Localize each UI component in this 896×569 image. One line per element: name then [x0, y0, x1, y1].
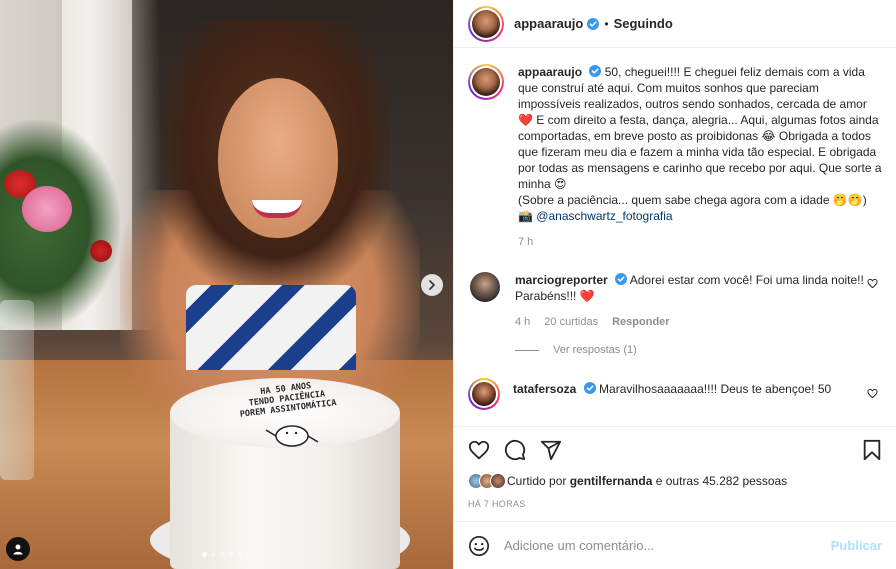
carousel-next-button[interactable] [421, 274, 443, 296]
following-button[interactable]: Seguindo [614, 16, 673, 31]
save-button[interactable] [862, 439, 882, 461]
publish-button[interactable]: Publicar [831, 538, 882, 553]
comment-likes-count[interactable]: 20 curtidas [544, 314, 598, 330]
like-button[interactable] [468, 439, 490, 461]
author-avatar-image [472, 9, 500, 38]
comment-input[interactable] [504, 538, 831, 553]
caption-time[interactable]: 7 h [518, 234, 882, 250]
view-replies-divider [515, 349, 539, 351]
caption-username[interactable]: appaaraujo [518, 65, 582, 79]
verified-badge-icon [587, 17, 600, 30]
view-replies-label: Ver respostas (1) [553, 344, 637, 356]
comment-item: marciogreporter Adorei estar com você! F… [468, 272, 882, 330]
commenter-avatar[interactable] [470, 272, 500, 302]
view-replies-button[interactable]: Ver respostas (1) [515, 344, 882, 356]
emoji-picker-button[interactable] [468, 535, 490, 557]
commenter-avatar[interactable] [468, 378, 500, 410]
likes-suffix[interactable]: e outras 45.282 pessoas [656, 474, 787, 488]
post-caption: appaaraujo 50, cheguei!!!! E cheguei fel… [468, 64, 882, 250]
heart-emoji: ❤️ [518, 113, 533, 127]
post-actions: Curtido por gentilfernanda e outras 45.2… [454, 426, 896, 521]
comment-text: Maravilhosaaaaaaa!!!! Deus te abençoe! 5… [599, 382, 832, 396]
verified-badge-icon [615, 273, 628, 285]
photographer-mention-link[interactable]: @anaschwartz_fotografia [536, 209, 672, 223]
liker-avatar [490, 473, 506, 489]
liker-avatars [468, 473, 506, 489]
likes-summary[interactable]: Curtido por gentilfernanda e outras 45.2… [468, 473, 882, 489]
caption-avatar-image [472, 68, 500, 96]
share-button[interactable] [540, 439, 562, 461]
carousel-dot [211, 552, 216, 557]
comments-list[interactable]: appaaraujo 50, cheguei!!!! E cheguei fel… [454, 48, 896, 426]
caption-author-avatar[interactable] [468, 64, 504, 100]
camera-emoji: 📸 [518, 209, 533, 223]
carousel-dot [220, 552, 225, 557]
heart-emoji: ❤️ [579, 289, 595, 303]
liker-username[interactable]: gentilfernanda [570, 474, 653, 488]
tagged-users-button[interactable] [6, 537, 30, 561]
user-tag-icon [13, 544, 23, 555]
emoji-icon [469, 535, 489, 556]
header-separator: • [604, 16, 609, 31]
comment-item: tatafersoza Maravilhosaaaaaaa!!!! Deus t… [468, 378, 882, 410]
comment-body: marciogreporter Adorei estar com você! F… [515, 272, 865, 330]
carousel-dot [238, 552, 243, 557]
post-timestamp[interactable]: HÁ 7 HORAS [468, 499, 882, 521]
action-bar [468, 435, 882, 465]
commenter-username[interactable]: tatafersoza [513, 382, 576, 396]
heart-icon[interactable] [867, 278, 878, 289]
caption-line: (Sobre a paciência... quem sabe chega ag… [518, 193, 867, 207]
share-icon [540, 440, 562, 461]
photo-vase [0, 300, 34, 480]
heart-eyes-emoji: 😍 [554, 177, 567, 191]
likes-prefix: Curtido por [507, 474, 567, 488]
comment-meta: 4 h 20 curtidas Responder [515, 314, 865, 330]
comment-body: tatafersoza Maravilhosaaaaaaa!!!! Deus t… [513, 381, 863, 410]
bookmark-icon [863, 439, 881, 461]
post-modal: HA 50 ANOS TENDO PACIÊNCIA POREM ASSINTO… [0, 0, 896, 569]
likes-text: Curtido por gentilfernanda e outras 45.2… [507, 474, 787, 488]
cake-doodle-icon [265, 425, 319, 447]
commenter-username[interactable]: marciogreporter [515, 273, 608, 287]
author-username[interactable]: appaaraujo [514, 16, 583, 31]
add-comment-bar: Publicar [454, 521, 896, 569]
verified-badge-icon [583, 382, 596, 394]
commenter-avatar-image [472, 382, 496, 406]
comment-time[interactable]: 4 h [515, 314, 530, 330]
post-photo[interactable]: HA 50 ANOS TENDO PACIÊNCIA POREM ASSINTO… [0, 0, 453, 569]
verified-badge-icon [589, 65, 602, 77]
author-avatar[interactable] [468, 5, 504, 42]
carousel-dot [202, 552, 207, 557]
post-header: appaaraujo • Seguindo [454, 0, 896, 48]
photo-red-rose-small [90, 240, 112, 262]
carousel-indicator [202, 552, 243, 557]
heart-icon[interactable] [867, 388, 878, 399]
laughing-emoji: 😂 [761, 129, 776, 143]
heart-icon [468, 440, 490, 460]
post-side-panel: appaaraujo • Seguindo appaaraujo 50, che… [453, 0, 896, 569]
photo-dress [186, 285, 356, 370]
chevron-right-icon [429, 280, 435, 290]
comment-button[interactable] [504, 439, 526, 461]
reply-button[interactable]: Responder [612, 314, 669, 330]
photo-pink-rose [22, 186, 72, 232]
comment-icon [504, 439, 526, 461]
carousel-dot [229, 552, 234, 557]
caption-text: appaaraujo 50, cheguei!!!! E cheguei fel… [518, 64, 882, 250]
